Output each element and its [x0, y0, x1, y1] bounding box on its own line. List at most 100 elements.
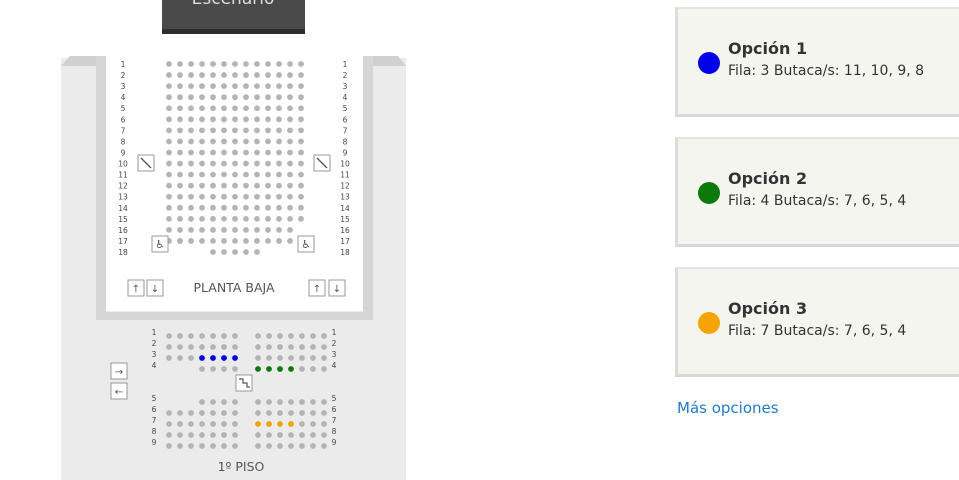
seat[interactable]: [299, 443, 305, 449]
seat[interactable]: [210, 171, 216, 178]
seat[interactable]: [188, 215, 194, 222]
seat[interactable]: [243, 94, 249, 101]
seat[interactable]: [188, 182, 194, 189]
seat[interactable]: [254, 138, 260, 145]
seat[interactable]: [277, 410, 283, 416]
option-card-3[interactable]: Opción 3 Fila: 7 Butaca/s: 7, 6, 5, 4: [675, 267, 959, 377]
seat[interactable]: [199, 204, 205, 211]
seat[interactable]: [199, 344, 205, 350]
seat[interactable]: [188, 355, 194, 361]
selected-seat[interactable]: [199, 355, 205, 361]
seat[interactable]: [188, 333, 194, 339]
seat[interactable]: [287, 182, 293, 189]
seat[interactable]: [265, 105, 271, 112]
seat[interactable]: [177, 344, 183, 350]
seat[interactable]: [199, 399, 205, 405]
seat[interactable]: [288, 344, 294, 350]
seat[interactable]: [243, 193, 249, 200]
selected-seat[interactable]: [232, 355, 238, 361]
seat[interactable]: [221, 366, 227, 372]
seat[interactable]: [166, 355, 172, 361]
arrow-up-icon[interactable]: ↑: [127, 279, 145, 297]
seat[interactable]: [210, 421, 216, 427]
seat[interactable]: [199, 193, 205, 200]
seat[interactable]: [177, 215, 183, 222]
seat[interactable]: [298, 182, 304, 189]
selected-seat[interactable]: [288, 366, 294, 372]
seat[interactable]: [210, 333, 216, 339]
seat[interactable]: [287, 116, 293, 123]
seat[interactable]: [188, 116, 194, 123]
selected-seat[interactable]: [255, 421, 261, 427]
seat[interactable]: [166, 149, 172, 156]
seat[interactable]: [210, 227, 216, 233]
seat[interactable]: [321, 355, 327, 361]
seat[interactable]: [199, 72, 205, 78]
seat[interactable]: [298, 149, 304, 156]
seat[interactable]: [221, 204, 227, 211]
seat[interactable]: [276, 182, 282, 189]
seat[interactable]: [177, 227, 183, 233]
seat[interactable]: [243, 238, 249, 244]
seat[interactable]: [232, 138, 238, 145]
seat[interactable]: [199, 432, 205, 438]
seat[interactable]: [177, 432, 183, 438]
seat[interactable]: [254, 193, 260, 200]
seat[interactable]: [166, 116, 172, 123]
seat[interactable]: [166, 204, 172, 211]
seat[interactable]: [243, 138, 249, 145]
selected-seat[interactable]: [277, 366, 283, 372]
seat[interactable]: [188, 227, 194, 233]
seat[interactable]: [254, 171, 260, 178]
seat[interactable]: [299, 421, 305, 427]
seat[interactable]: [177, 94, 183, 101]
seat[interactable]: [277, 344, 283, 350]
seat[interactable]: [166, 227, 172, 233]
seat[interactable]: [232, 249, 238, 255]
seat[interactable]: [298, 160, 304, 167]
seat[interactable]: [166, 138, 172, 145]
selected-seat[interactable]: [277, 421, 283, 427]
seat[interactable]: [199, 171, 205, 178]
seat[interactable]: [310, 366, 316, 372]
seat[interactable]: [221, 105, 227, 112]
seat[interactable]: [288, 432, 294, 438]
seat[interactable]: [310, 443, 316, 449]
seat[interactable]: [255, 432, 261, 438]
seat[interactable]: [199, 160, 205, 167]
seat[interactable]: [265, 127, 271, 134]
seat[interactable]: [287, 61, 293, 67]
seat[interactable]: [243, 182, 249, 189]
seat[interactable]: [299, 366, 305, 372]
seat[interactable]: [221, 171, 227, 178]
seat[interactable]: [166, 83, 172, 90]
seat[interactable]: [221, 215, 227, 222]
seat[interactable]: [276, 138, 282, 145]
seat[interactable]: [288, 355, 294, 361]
seat[interactable]: [243, 72, 249, 78]
seat[interactable]: [298, 105, 304, 112]
seat[interactable]: [210, 410, 216, 416]
seat[interactable]: [299, 410, 305, 416]
seat[interactable]: [321, 333, 327, 339]
seat[interactable]: [188, 160, 194, 167]
seat[interactable]: [177, 193, 183, 200]
seat[interactable]: [199, 83, 205, 90]
seat[interactable]: [298, 61, 304, 67]
seat[interactable]: [254, 249, 260, 255]
seat[interactable]: [265, 116, 271, 123]
seat[interactable]: [287, 127, 293, 134]
seat[interactable]: [221, 443, 227, 449]
arrow-left-icon[interactable]: ←: [110, 382, 128, 400]
seat[interactable]: [232, 72, 238, 78]
seat[interactable]: [298, 215, 304, 222]
seat[interactable]: [266, 355, 272, 361]
seat[interactable]: [265, 193, 271, 200]
seat[interactable]: [177, 182, 183, 189]
seat[interactable]: [210, 366, 216, 372]
seat[interactable]: [287, 105, 293, 112]
seat[interactable]: [232, 443, 238, 449]
seat[interactable]: [221, 72, 227, 78]
seat[interactable]: [277, 333, 283, 339]
seat[interactable]: [265, 204, 271, 211]
